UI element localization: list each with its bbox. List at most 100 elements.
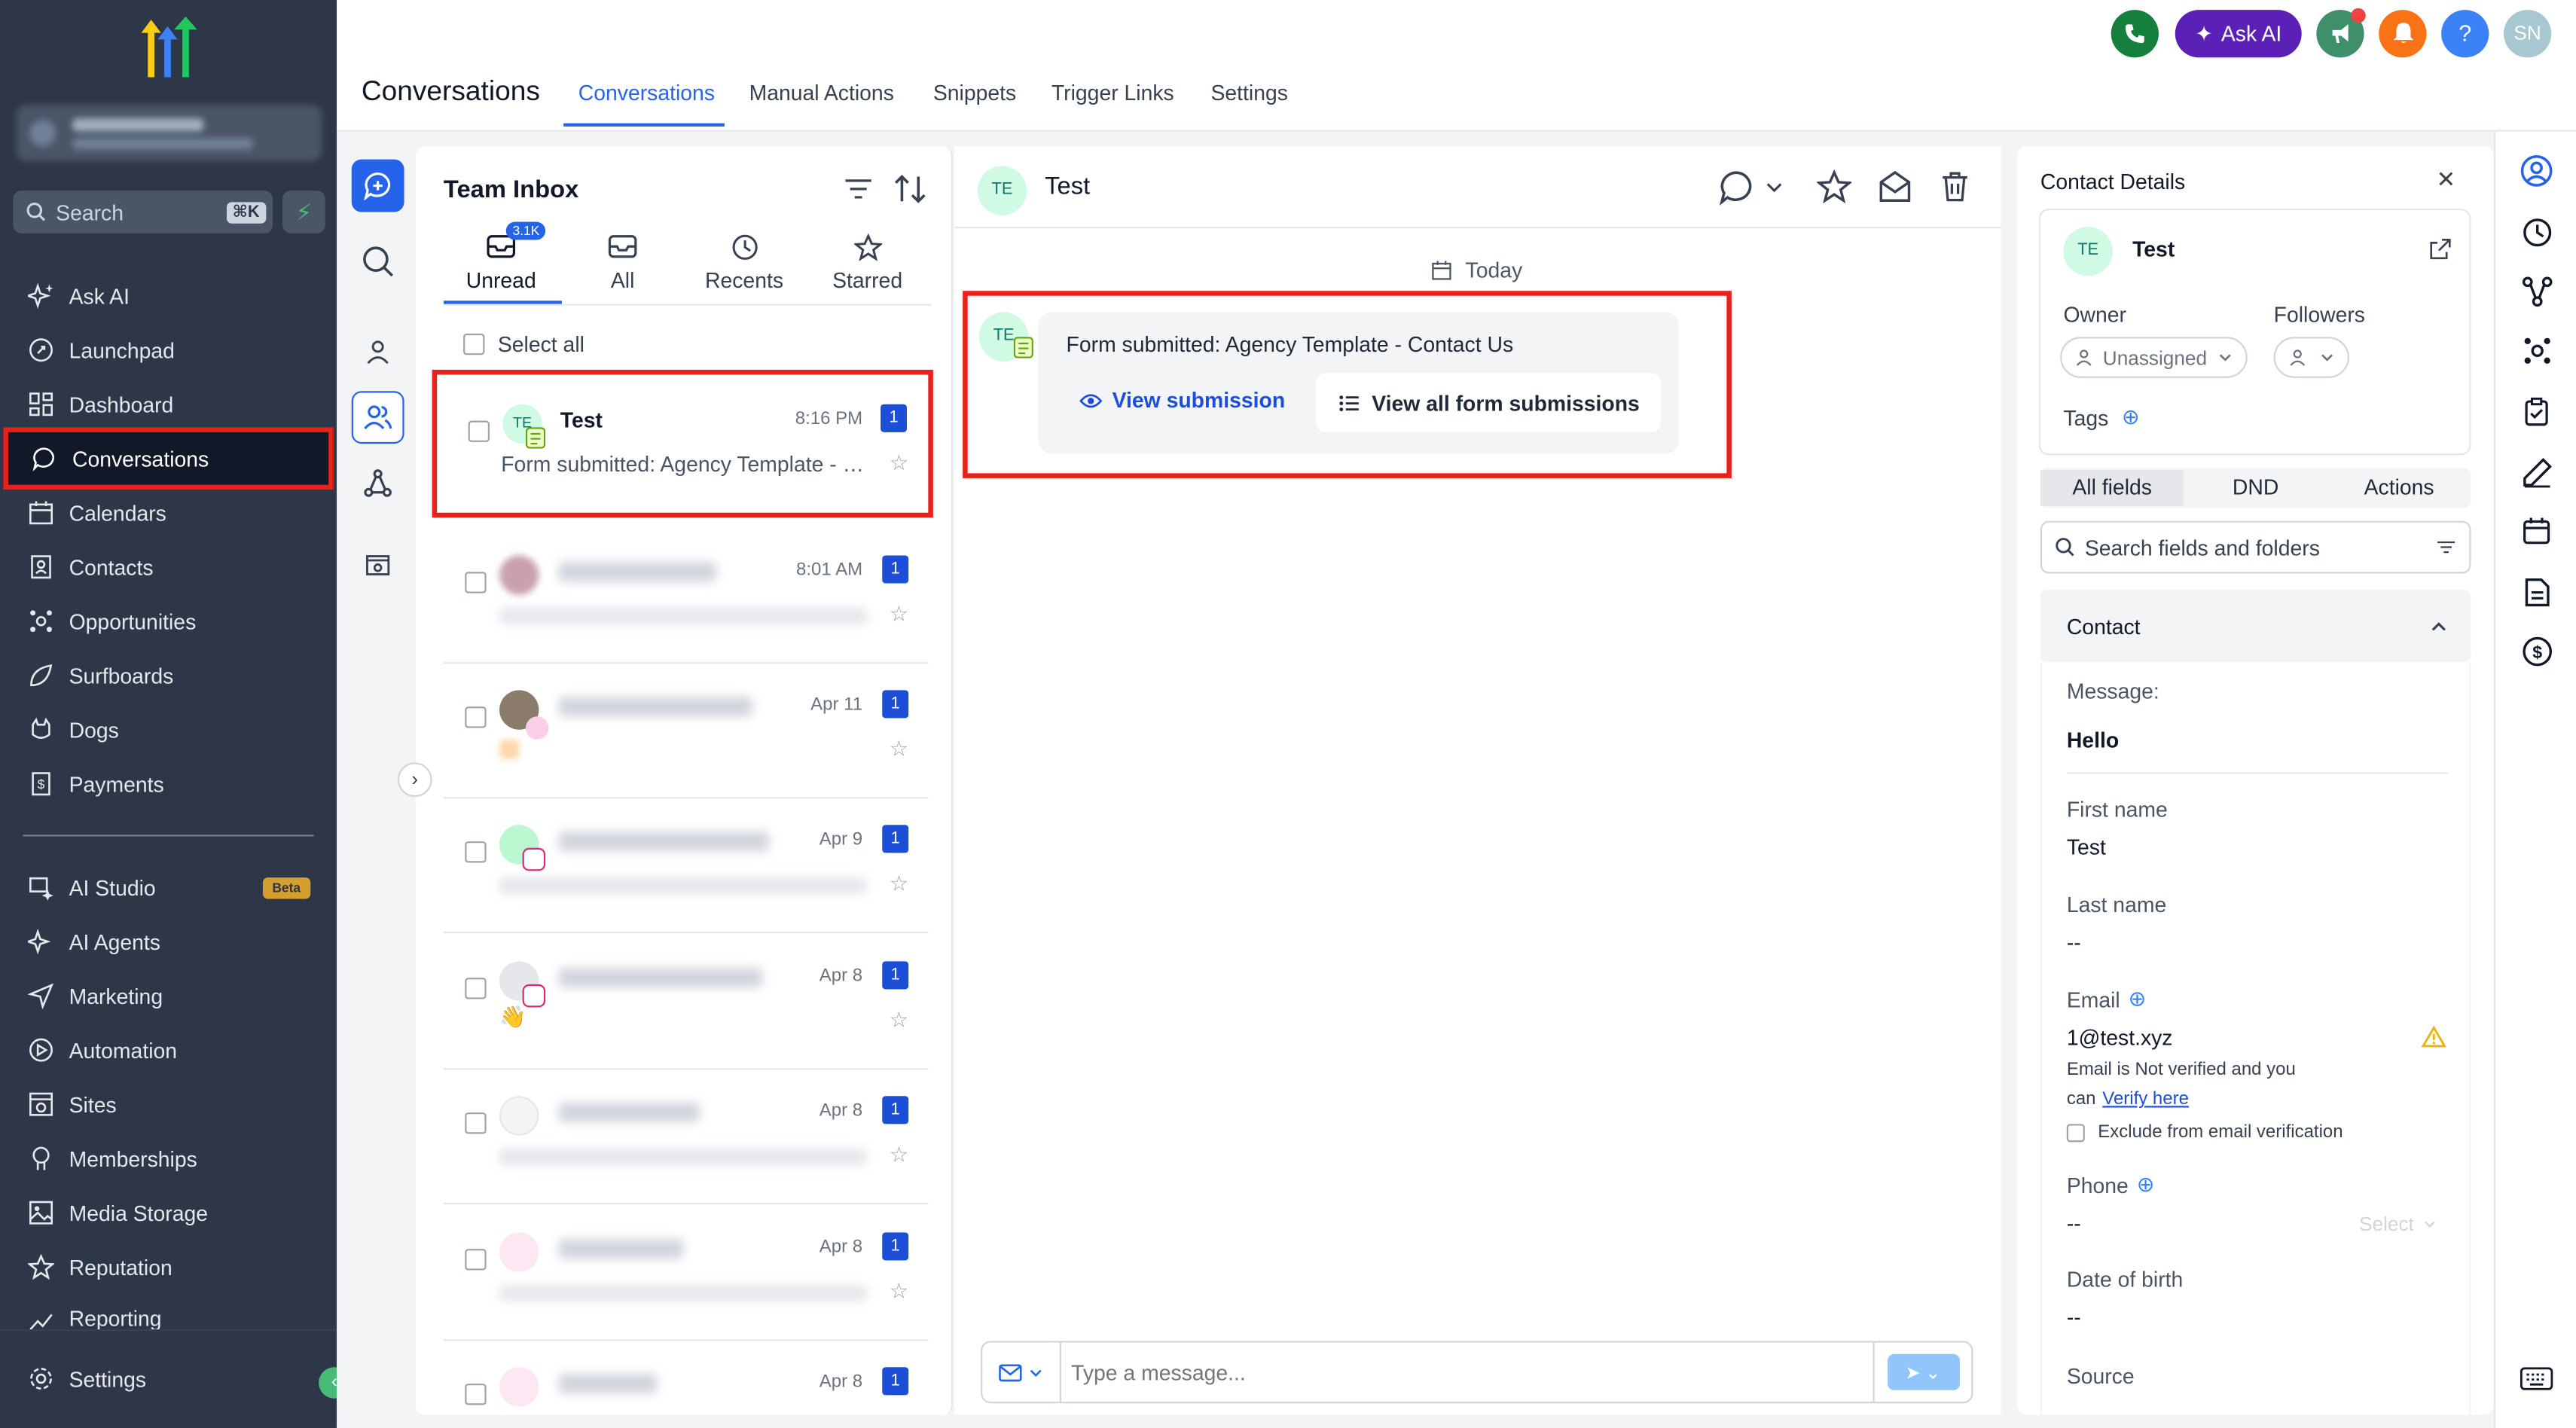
documents-icon[interactable] [2519,573,2555,609]
segment-dnd[interactable]: DND [2184,470,2327,506]
send-button[interactable]: ➤ ⌄ [1872,1342,1971,1402]
star-icon[interactable]: ☆ [890,1142,908,1168]
opportunities-icon[interactable] [2519,332,2555,368]
conversation-item[interactable]: 8:01 AM 1 ☆ [443,529,929,664]
tab-settings[interactable]: Settings [1210,81,1287,105]
filter-tab-unread[interactable]: 3.1K Unread [444,221,559,292]
add-phone-icon[interactable]: ⊕ [2137,1172,2155,1198]
sidebar-item-reputation[interactable]: Reputation [0,1242,337,1291]
tab-conversations[interactable]: Conversations [578,81,715,105]
sidebar-search[interactable]: Search ⌘K [13,191,273,233]
view-submission-button[interactable]: View submission [1079,388,1285,413]
chat-contact-avatar[interactable]: TE [977,166,1027,215]
fields-search[interactable]: Search fields and folders [2040,520,2471,574]
mark-read-mail-icon[interactable] [1878,169,1912,209]
bell-icon[interactable] [2379,10,2427,58]
conversation-item[interactable]: Apr 9 1 ☆ [443,798,929,934]
sidebar-item-launchpad[interactable]: Launchpad [0,325,337,374]
expand-panel-chevron-icon[interactable]: › [397,762,432,798]
star-icon[interactable]: ☆ [890,736,908,762]
sidebar-item-reporting[interactable]: Reporting [0,1296,337,1330]
quick-action-bolt-icon[interactable]: ⚡ [282,191,325,233]
conversation-checkbox[interactable] [465,841,487,863]
sidebar-item-memberships[interactable]: Memberships [0,1134,337,1182]
tasks-icon[interactable] [2519,392,2555,429]
conversation-checkbox[interactable] [465,978,487,999]
conversation-item[interactable]: Apr 11 1 ☆ [443,664,929,799]
keyboard-icon[interactable] [2519,1361,2555,1397]
message-input[interactable] [1071,1359,1860,1385]
conversation-checkbox[interactable] [465,706,487,728]
logo-icon[interactable] [131,16,206,82]
workflow-icon[interactable] [352,457,404,510]
star-icon[interactable]: ☆ [890,871,908,897]
exclude-verification-checkbox[interactable] [2066,1123,2085,1142]
star-icon[interactable]: ☆ [890,602,908,628]
sidebar-item-ai-studio[interactable]: AI Studio Beta [0,862,337,911]
tab-manual-actions[interactable]: Manual Actions [749,81,894,105]
tab-trigger-links[interactable]: Trigger Links [1051,81,1174,105]
user-avatar[interactable]: SN [2503,10,2552,58]
phone-type-select[interactable]: Select [2359,1213,2437,1236]
account-switcher[interactable] [16,105,322,161]
contact-profile-icon[interactable] [2519,153,2555,189]
select-all[interactable]: Select all [463,332,584,356]
conversation-checkbox[interactable] [465,1112,487,1134]
conversation-item[interactable]: Apr 8 1 ☆ [443,1069,929,1205]
channel-selector[interactable] [982,1342,1061,1402]
ask-ai-button[interactable]: ✦ Ask AI [2175,10,2302,58]
sidebar-item-ask-ai[interactable]: Ask AI [0,271,337,320]
filter-icon[interactable] [843,174,874,209]
sidebar-item-contacts[interactable]: Contacts [0,542,337,591]
phone-icon[interactable] [2111,10,2159,58]
sidebar-item-automation[interactable]: Automation [0,1025,337,1074]
filter-icon[interactable] [2437,539,2456,556]
notes-pen-icon[interactable] [2519,453,2555,490]
sidebar-item-payments[interactable]: $ Payments [0,759,337,808]
star-icon[interactable] [1815,169,1853,209]
conversation-checkbox[interactable] [465,572,487,593]
open-external-icon[interactable] [2428,236,2453,261]
sidebar-item-dashboard[interactable]: Dashboard [0,380,337,429]
view-all-submissions-button[interactable]: View all form submissions [1316,373,1662,432]
help-icon[interactable]: ? [2441,10,2489,58]
sort-icon[interactable] [894,172,927,210]
conversation-item[interactable]: Apr 8 1 ☆ [443,1206,929,1341]
add-tag-icon[interactable]: ⊕ [2122,404,2140,431]
star-icon[interactable]: ☆ [890,450,908,477]
sidebar-item-settings[interactable]: Settings [0,1354,337,1403]
assign-dropdown[interactable] [1718,169,1784,206]
workflow-icon[interactable] [2519,273,2555,309]
contact-section-header[interactable]: Contact [2040,590,2471,663]
appointments-calendar-icon[interactable] [2519,513,2555,549]
owner-select[interactable]: Unassigned [2060,337,2248,378]
conversation-item-test[interactable]: TE Test 8:16 PM 1 Form submitted: Agency… [432,369,933,518]
conversation-item[interactable]: Apr 8 1 [444,1341,928,1414]
sidebar-item-marketing[interactable]: Marketing [0,971,337,1020]
close-icon[interactable]: ✕ [2437,166,2456,194]
sidebar-item-surfboards[interactable]: Surfboards [0,651,337,700]
person-icon[interactable] [352,325,404,378]
verify-here-link[interactable]: Verify here [2102,1090,2189,1109]
sidebar-item-opportunities[interactable]: Opportunities [0,597,337,645]
search-icon[interactable] [352,235,404,288]
first-name-value[interactable]: Test [2067,835,2106,859]
sidebar-item-media-storage[interactable]: Media Storage [0,1188,337,1237]
segment-all-fields[interactable]: All fields [2040,469,2184,506]
new-message-icon[interactable] [351,159,404,212]
megaphone-icon[interactable] [2316,8,2366,58]
segment-actions[interactable]: Actions [2327,470,2471,506]
sidebar-item-dogs[interactable]: Dogs [0,705,337,754]
star-icon[interactable]: ☆ [890,1278,908,1304]
select-all-checkbox[interactable] [463,333,485,355]
dob-value[interactable]: -- [2067,1304,2081,1329]
sidebar-item-sites[interactable]: Sites [0,1079,337,1128]
tags-row[interactable]: Tags ⊕ [2063,404,2139,431]
filter-tab-all[interactable]: All [565,228,680,292]
preview-icon[interactable] [352,539,404,592]
tab-snippets[interactable]: Snippets [933,81,1016,105]
conversation-checkbox[interactable] [468,420,490,442]
sidebar-item-calendars[interactable]: Calendars [0,488,337,537]
history-icon[interactable] [2519,214,2555,250]
filter-tab-starred[interactable]: Starred [810,228,925,292]
